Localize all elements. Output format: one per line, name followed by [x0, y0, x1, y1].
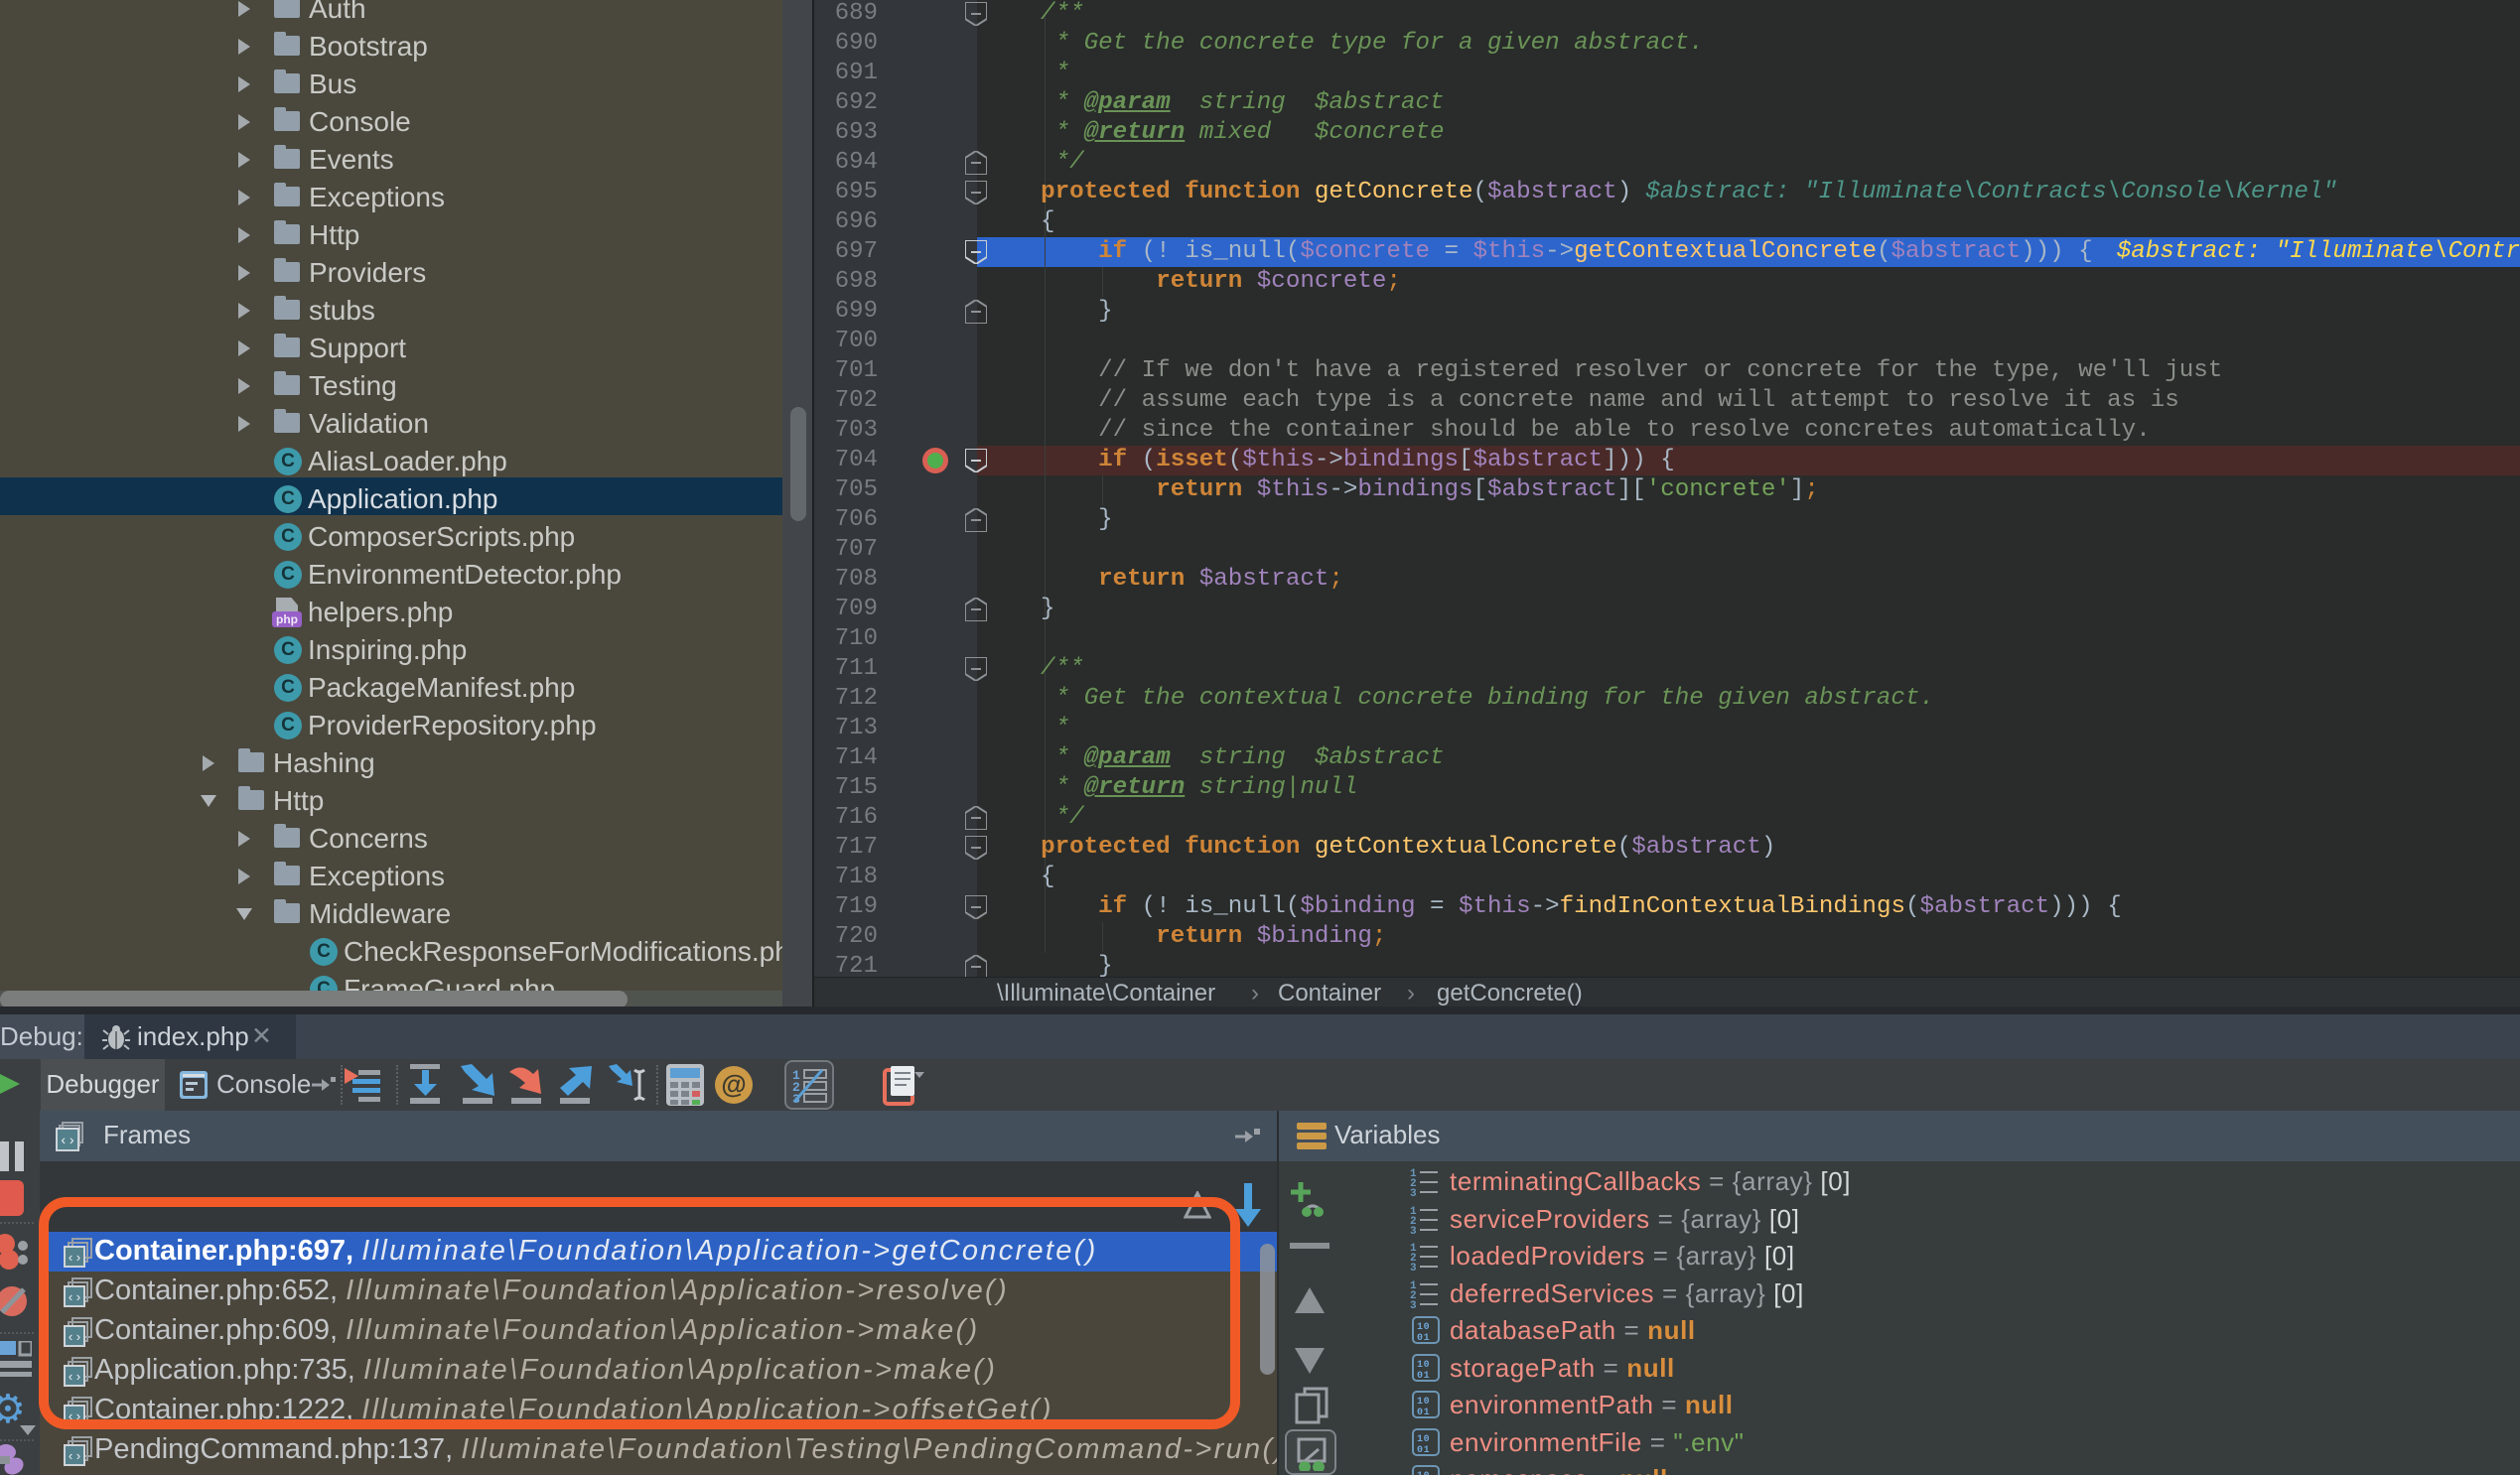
svg-text:01: 01: [1417, 1445, 1430, 1456]
svg-text:01: 01: [1417, 1371, 1430, 1382]
svg-text:3: 3: [1410, 1300, 1417, 1309]
svg-text:01: 01: [1417, 1408, 1430, 1418]
svg-text:10: 10: [1417, 1397, 1430, 1408]
svg-text:10: 10: [1417, 1471, 1430, 1475]
svg-text:‹›: ‹›: [67, 1449, 82, 1464]
svg-text:10: 10: [1417, 1360, 1430, 1371]
svg-text:01: 01: [1417, 1333, 1430, 1344]
svg-text:@: @: [721, 1069, 746, 1099]
svg-text:10: 10: [1417, 1434, 1430, 1445]
svg-text:3: 3: [1410, 1226, 1417, 1235]
svg-text:10: 10: [1417, 1322, 1430, 1333]
svg-text:3: 3: [1410, 1263, 1417, 1272]
svg-text:3: 3: [1410, 1188, 1417, 1197]
svg-text:‹›: ‹›: [60, 1134, 76, 1149]
